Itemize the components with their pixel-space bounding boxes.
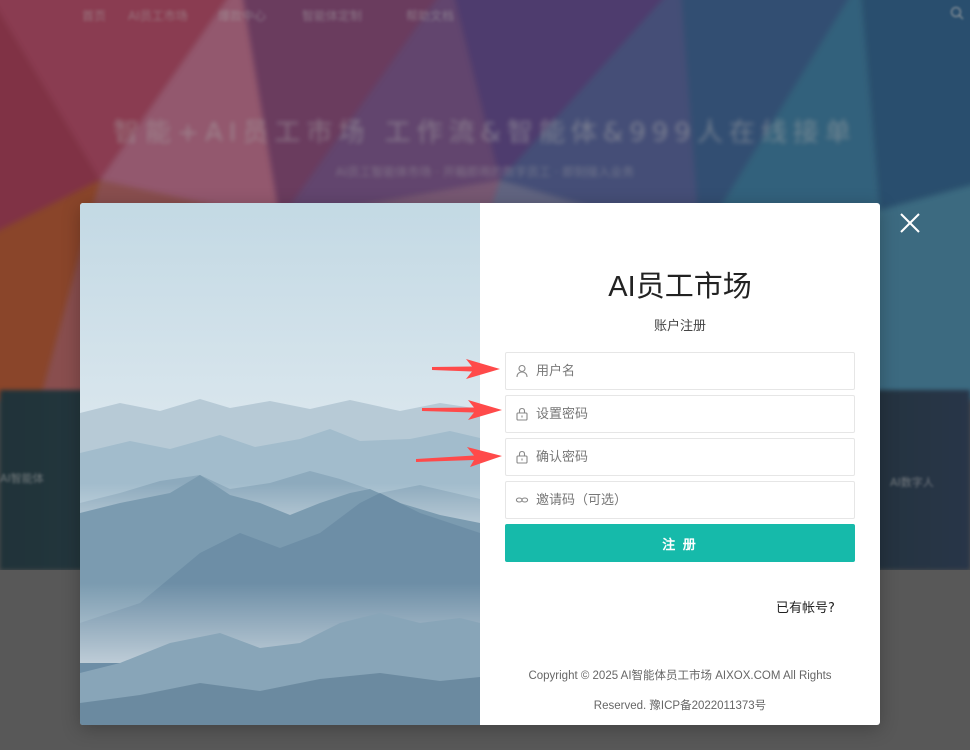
invite-code-field[interactable] bbox=[505, 481, 855, 519]
username-field[interactable] bbox=[505, 352, 855, 390]
arrow-annotation-icon bbox=[422, 400, 502, 420]
login-link[interactable]: 已有帐号? bbox=[776, 597, 835, 616]
copyright-line: Copyright © 2025 AI智能体员工市场 AIXOX.COM All… bbox=[528, 670, 832, 682]
form-subtitle: 账户注册 bbox=[653, 319, 706, 334]
user-icon bbox=[516, 364, 528, 378]
password-field[interactable] bbox=[505, 395, 855, 433]
lock-icon bbox=[516, 407, 528, 421]
copyright-line: Reserved. 豫ICP备2022011373号 bbox=[593, 700, 767, 712]
close-icon[interactable] bbox=[896, 209, 924, 237]
arrow-annotation-icon bbox=[432, 359, 500, 379]
register-button[interactable]: 注 册 bbox=[505, 524, 855, 562]
username-input[interactable] bbox=[536, 353, 846, 389]
lock-icon bbox=[516, 450, 528, 464]
confirm-password-input[interactable] bbox=[536, 439, 846, 475]
confirm-password-field[interactable] bbox=[505, 438, 855, 476]
copyright-text: Copyright © 2025 AI智能体员工市场 AIXOX.COM All… bbox=[505, 661, 855, 721]
site-title: AI员工市场 bbox=[608, 271, 752, 303]
link-icon bbox=[515, 497, 529, 503]
register-form-panel: AI员工市场 账户注册 用户名 邀请码（可选） 注 册 已有帐号? Copyri… bbox=[480, 203, 880, 725]
arrow-annotation-icon bbox=[416, 447, 502, 467]
invite-code-input[interactable] bbox=[536, 482, 846, 518]
password-input[interactable] bbox=[536, 396, 846, 432]
